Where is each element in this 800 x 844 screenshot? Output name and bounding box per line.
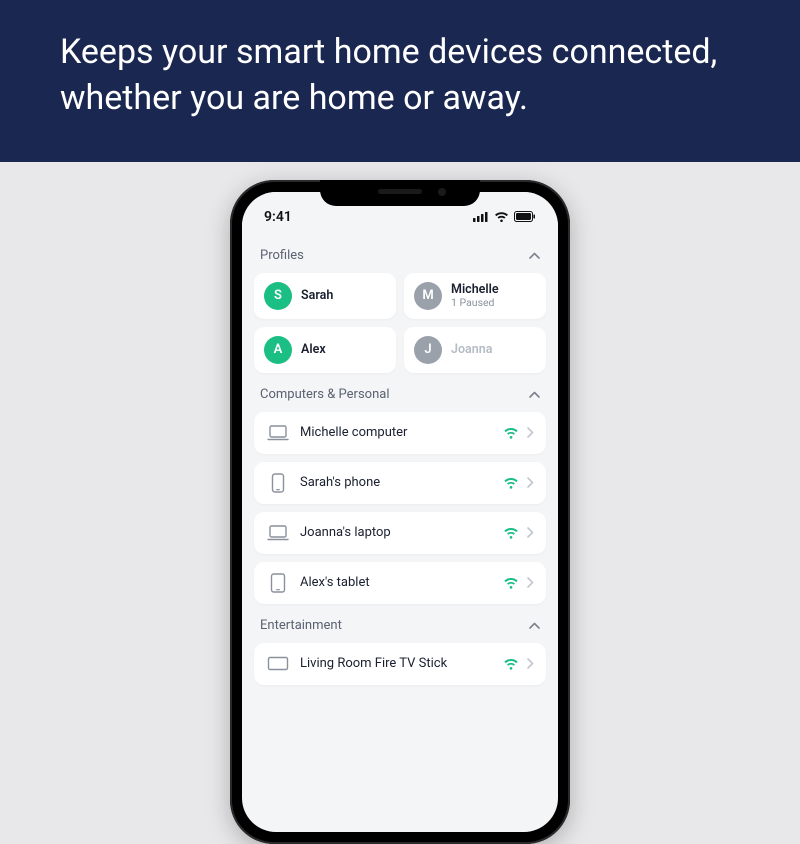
section-header-entertainment[interactable]: Entertainment [254,604,546,643]
chevron-right-icon [527,477,534,488]
profile-text: Alex [301,343,326,357]
avatar: A [264,336,292,364]
device-row[interactable]: Joanna's laptop [254,512,546,554]
avatar: S [264,282,292,310]
tv-icon [266,655,290,673]
laptop-icon [266,424,290,442]
device-name: Sarah's phone [300,475,493,490]
profile-name: Michelle [451,283,499,297]
wifi-icon [503,427,519,439]
chevron-up-icon [529,252,540,259]
profile-card[interactable]: J Joanna [404,327,546,373]
devices-entertainment-list: Living Room Fire TV Stick [254,643,546,685]
section-label: Computers & Personal [260,387,390,402]
profiles-grid: S Sarah M Michelle1 Paused A Alex J Joanna [254,273,546,373]
hero-banner: Keeps your smart home devices connected,… [0,0,800,162]
profile-text: Michelle1 Paused [451,283,499,309]
profile-card[interactable]: S Sarah [254,273,396,319]
device-row[interactable]: Sarah's phone [254,462,546,504]
phone-icon [266,474,290,492]
wifi-icon [503,527,519,539]
section-header-computers[interactable]: Computers & Personal [254,373,546,412]
device-row[interactable]: Living Room Fire TV Stick [254,643,546,685]
tablet-icon [266,574,290,592]
wifi-icon [503,658,519,670]
status-time: 9:41 [264,209,292,225]
profile-name: Sarah [301,289,333,303]
profile-card[interactable]: A Alex [254,327,396,373]
chevron-right-icon [527,658,534,669]
section-label: Entertainment [260,618,342,633]
device-row[interactable]: Michelle computer [254,412,546,454]
chevron-right-icon [527,527,534,538]
wifi-icon [503,477,519,489]
device-row[interactable]: Alex's tablet [254,562,546,604]
app-content: Profiles S Sarah M Michelle1 Paused A Alex J Jo… [242,234,558,697]
chevron-up-icon [529,622,540,629]
phone-frame: 9:41 Profiles [230,180,570,844]
chevron-right-icon [527,427,534,438]
section-header-profiles[interactable]: Profiles [254,234,546,273]
device-name: Michelle computer [300,425,493,440]
device-name: Joanna's laptop [300,525,493,540]
device-name: Living Room Fire TV Stick [300,656,493,671]
hero-headline: Keeps your smart home devices connected,… [60,30,740,122]
avatar: M [414,282,442,310]
cellular-icon [473,211,489,222]
device-name: Alex's tablet [300,575,493,590]
wifi-status-icon [494,211,509,222]
chevron-right-icon [527,577,534,588]
wifi-icon [503,577,519,589]
phone-screen: 9:41 Profiles [242,192,558,832]
profile-name: Joanna [451,343,492,357]
battery-icon [514,211,536,222]
profile-text: Joanna [451,343,492,357]
section-label: Profiles [260,248,304,263]
profile-status: 1 Paused [451,297,499,309]
phone-notch [320,180,480,206]
laptop-icon [266,524,290,542]
profile-text: Sarah [301,289,333,303]
profile-name: Alex [301,343,326,357]
profile-card[interactable]: M Michelle1 Paused [404,273,546,319]
devices-personal-list: Michelle computer Sarah's phone Joanna's l… [254,412,546,604]
avatar: J [414,336,442,364]
chevron-up-icon [529,391,540,398]
phone-stage: 9:41 Profiles [0,162,800,844]
